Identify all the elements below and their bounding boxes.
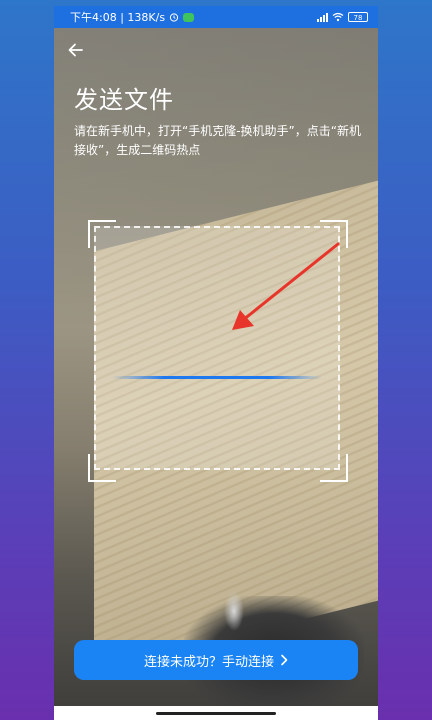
status-left: 下午4:08 | 138K/s — [70, 9, 195, 25]
scan-corner-bottom-right — [320, 454, 348, 482]
scan-line — [112, 376, 322, 379]
scan-corner-bottom-left — [88, 454, 116, 482]
chevron-right-icon — [281, 654, 288, 666]
page-title: 发送文件 — [74, 86, 174, 114]
camera-preview-highlight — [224, 591, 244, 631]
status-bar: 下午4:08 | 138K/s 78 — [54, 6, 378, 28]
manual-connect-label: 连接未成功？手动连接 — [143, 654, 274, 670]
wifi-icon — [332, 12, 344, 22]
alarm-icon — [169, 13, 179, 22]
home-indicator[interactable] — [156, 712, 276, 715]
wechat-icon — [183, 12, 195, 22]
phone-screen: 下午4:08 | 138K/s 78 发送文件 请在新手机中，打开“手机克隆-换… — [54, 6, 378, 720]
status-time-speed: 下午4:08 | 138K/s — [70, 11, 166, 24]
status-right: 78 — [317, 12, 368, 22]
back-arrow-icon[interactable] — [66, 40, 86, 60]
page-description: 请在新手机中，打开“手机克隆-换机助手”，点击“新机接收”，生成二维码热点 — [74, 124, 361, 157]
manual-connect-button[interactable]: 连接未成功？手动连接 — [74, 640, 358, 680]
scan-corner-top-left — [88, 220, 116, 248]
annotation-arrow-icon — [232, 242, 340, 330]
signal-icon — [317, 12, 328, 22]
battery-icon: 78 — [348, 12, 368, 22]
